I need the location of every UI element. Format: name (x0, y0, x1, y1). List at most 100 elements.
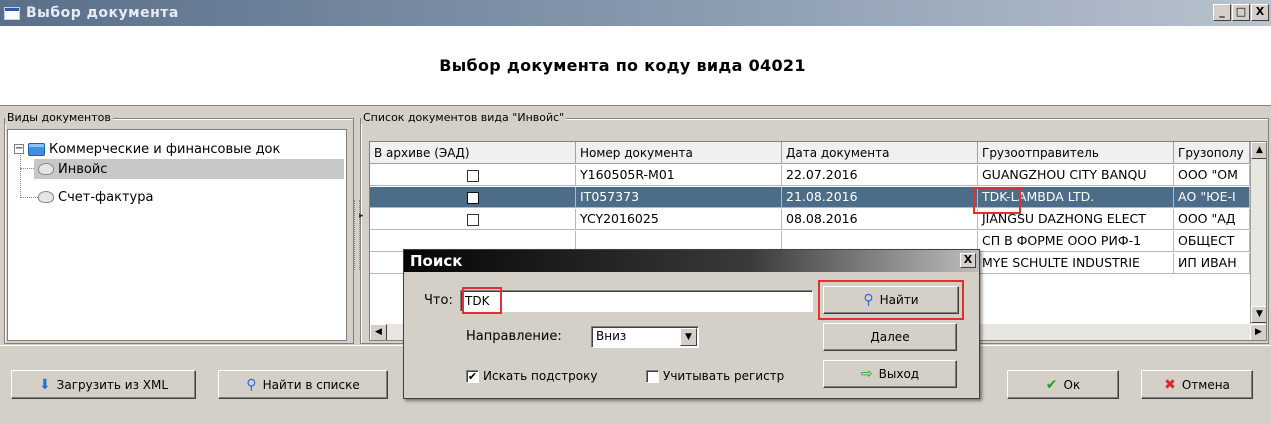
substring-check-icon[interactable]: ✔ (466, 369, 479, 383)
consignee-cell: ООО "ОМ (1174, 165, 1250, 185)
collapse-icon[interactable]: − (14, 144, 24, 154)
substring-checkbox[interactable]: ✔ Искать подстроку (466, 369, 597, 383)
cancel-button[interactable]: ✖ Отмена (1141, 370, 1253, 399)
document-icon (38, 163, 54, 175)
table-row-selected[interactable]: IT057373 21.08.2016 TDK-LAMBDA LTD. АО "… (370, 187, 1250, 208)
search-dialog: Поиск X Что: ⚲ Найти Направление: Вниз ▼… (403, 249, 980, 399)
case-checkbox[interactable]: Учитывать регистр (646, 369, 784, 383)
consignee-cell: АО "ЮЕ-I (1174, 187, 1250, 207)
number-cell (576, 231, 782, 251)
number-cell: YCY2016025 (576, 209, 782, 229)
page-title: Выбор документа по коду вида 04021 (439, 56, 806, 75)
find-in-list-label: Найти в списке (262, 377, 360, 392)
maximize-button[interactable]: □ (1232, 4, 1250, 21)
doc-types-legend: Виды документов (5, 111, 113, 124)
load-xml-button[interactable]: ⬇ Загрузить из XML (11, 370, 196, 399)
doc-types-tree[interactable]: − Коммерческие и финансовые док Инвойс С… (7, 129, 347, 341)
date-cell (782, 231, 978, 251)
chevron-down-icon[interactable]: ▼ (680, 328, 697, 346)
col-header-shipper[interactable]: Грузоотправитель (978, 142, 1174, 164)
tree-item-invoice[interactable]: Инвойс (34, 159, 344, 179)
tree-item-label: Счет-фактура (58, 189, 154, 205)
tree-root-commercial[interactable]: − Коммерческие и финансовые док (14, 139, 344, 159)
minimize-button[interactable]: _ (1213, 4, 1231, 21)
cancel-label: Отмена (1181, 377, 1230, 392)
cross-icon: ✖ (1164, 376, 1176, 393)
current-row-marker: ▸ (359, 211, 364, 221)
document-selection-window: Выбор документа _ □ X Выбор документа по… (0, 0, 1271, 424)
load-xml-label: Загрузить из XML (56, 377, 169, 392)
next-button[interactable]: Далее (823, 323, 957, 351)
date-cell: 21.08.2016 (782, 187, 978, 207)
ok-button[interactable]: ✔ Ок (1007, 370, 1119, 399)
search-what-input[interactable] (460, 290, 813, 312)
shipper-cell: MYE SCHULTE INDUSTRIE (978, 253, 1174, 273)
case-check-box[interactable] (646, 369, 659, 383)
direction-select[interactable]: Вниз ▼ (591, 326, 699, 348)
scroll-down-icon[interactable]: ▼ (1251, 306, 1266, 323)
shipper-cell: TDK-LAMBDA LTD. (978, 187, 1174, 207)
tree-root-label: Коммерческие и финансовые док (49, 141, 281, 157)
date-cell: 22.07.2016 (782, 165, 978, 185)
exit-icon: ⇨ (860, 366, 873, 382)
shipper-cell: СП В ФОРМЕ ООО РИФ-1 (978, 231, 1174, 251)
next-button-label: Далее (870, 330, 910, 344)
consignee-cell: ОБЩЕСТ (1174, 231, 1250, 251)
search-dialog-close-button[interactable]: X (960, 253, 976, 268)
table-row[interactable]: YCY2016025 08.08.2016 JIANGSU DAZHONG EL… (370, 209, 1250, 230)
exit-button-label: Выход (878, 367, 920, 381)
find-button[interactable]: ⚲ Найти (823, 286, 959, 314)
col-header-consignee[interactable]: Грузополу (1174, 142, 1250, 164)
search-icon: ⚲ (246, 376, 257, 393)
tree-item-invoice-factura[interactable]: Счет-фактура (34, 187, 344, 207)
scroll-left-icon[interactable]: ◀ (370, 324, 387, 340)
table-row[interactable]: Y160505R-M01 22.07.2016 GUANGZHOU CITY B… (370, 165, 1250, 186)
archive-checkbox[interactable] (466, 213, 479, 226)
shipper-cell: JIANGSU DAZHONG ELECT (978, 209, 1174, 229)
window-controls: _ □ X (1213, 4, 1269, 21)
vertical-scrollbar[interactable]: ▲ ▼ (1250, 142, 1266, 324)
archive-checkbox[interactable] (466, 191, 479, 204)
find-button-label: Найти (879, 293, 919, 307)
consignee-cell: ООО "АД (1174, 209, 1250, 229)
col-header-number[interactable]: Номер документа (576, 142, 782, 164)
direction-value: Вниз (596, 329, 627, 343)
case-label: Учитывать регистр (663, 369, 785, 383)
grid-header: В архиве (ЭАД) Номер документа Дата доку… (370, 142, 1266, 164)
archive-cell[interactable] (370, 231, 576, 251)
col-header-archive[interactable]: В архиве (ЭАД) (370, 142, 576, 164)
substring-label: Искать подстроку (483, 369, 598, 383)
archive-checkbox[interactable] (466, 169, 479, 182)
title-bar[interactable]: Выбор документа _ □ X (0, 0, 1271, 26)
archive-cell[interactable] (370, 187, 576, 207)
consignee-cell: ИП ИВАН (1174, 253, 1250, 273)
doc-types-group: Виды документов − Коммерческие и финансо… (4, 111, 354, 344)
direction-label: Направление: (466, 329, 562, 344)
search-dialog-title: Поиск (410, 252, 463, 270)
window-icon (4, 6, 20, 20)
number-cell: Y160505R-M01 (576, 165, 782, 185)
archive-cell[interactable] (370, 165, 576, 185)
find-in-list-button[interactable]: ⚲ Найти в списке (218, 370, 388, 399)
checkmark-icon: ✔ (1045, 376, 1058, 393)
header-band: Выбор документа по коду вида 04021 (0, 26, 1271, 106)
date-cell: 08.08.2016 (782, 209, 978, 229)
close-button[interactable]: X (1251, 4, 1269, 21)
document-icon (38, 191, 54, 203)
scroll-up-icon[interactable]: ▲ (1251, 142, 1266, 159)
ok-label: Ок (1063, 377, 1081, 392)
scroll-right-icon[interactable]: ▶ (1250, 324, 1266, 340)
what-label: Что: (424, 293, 453, 308)
download-icon: ⬇ (38, 376, 51, 393)
shipper-cell: GUANGZHOU CITY BANQU (978, 165, 1174, 185)
search-dialog-title-bar[interactable]: Поиск X (404, 250, 979, 272)
col-header-date[interactable]: Дата документа (782, 142, 978, 164)
exit-button[interactable]: ⇨ Выход (823, 360, 957, 388)
number-cell: IT057373 (576, 187, 782, 207)
search-icon: ⚲ (863, 292, 874, 308)
folder-icon (28, 142, 45, 156)
window-title: Выбор документа (26, 5, 179, 21)
doc-list-legend: Список документов вида "Инвойс" (361, 111, 567, 124)
tree-item-label: Инвойс (58, 161, 108, 177)
archive-cell[interactable] (370, 209, 576, 229)
